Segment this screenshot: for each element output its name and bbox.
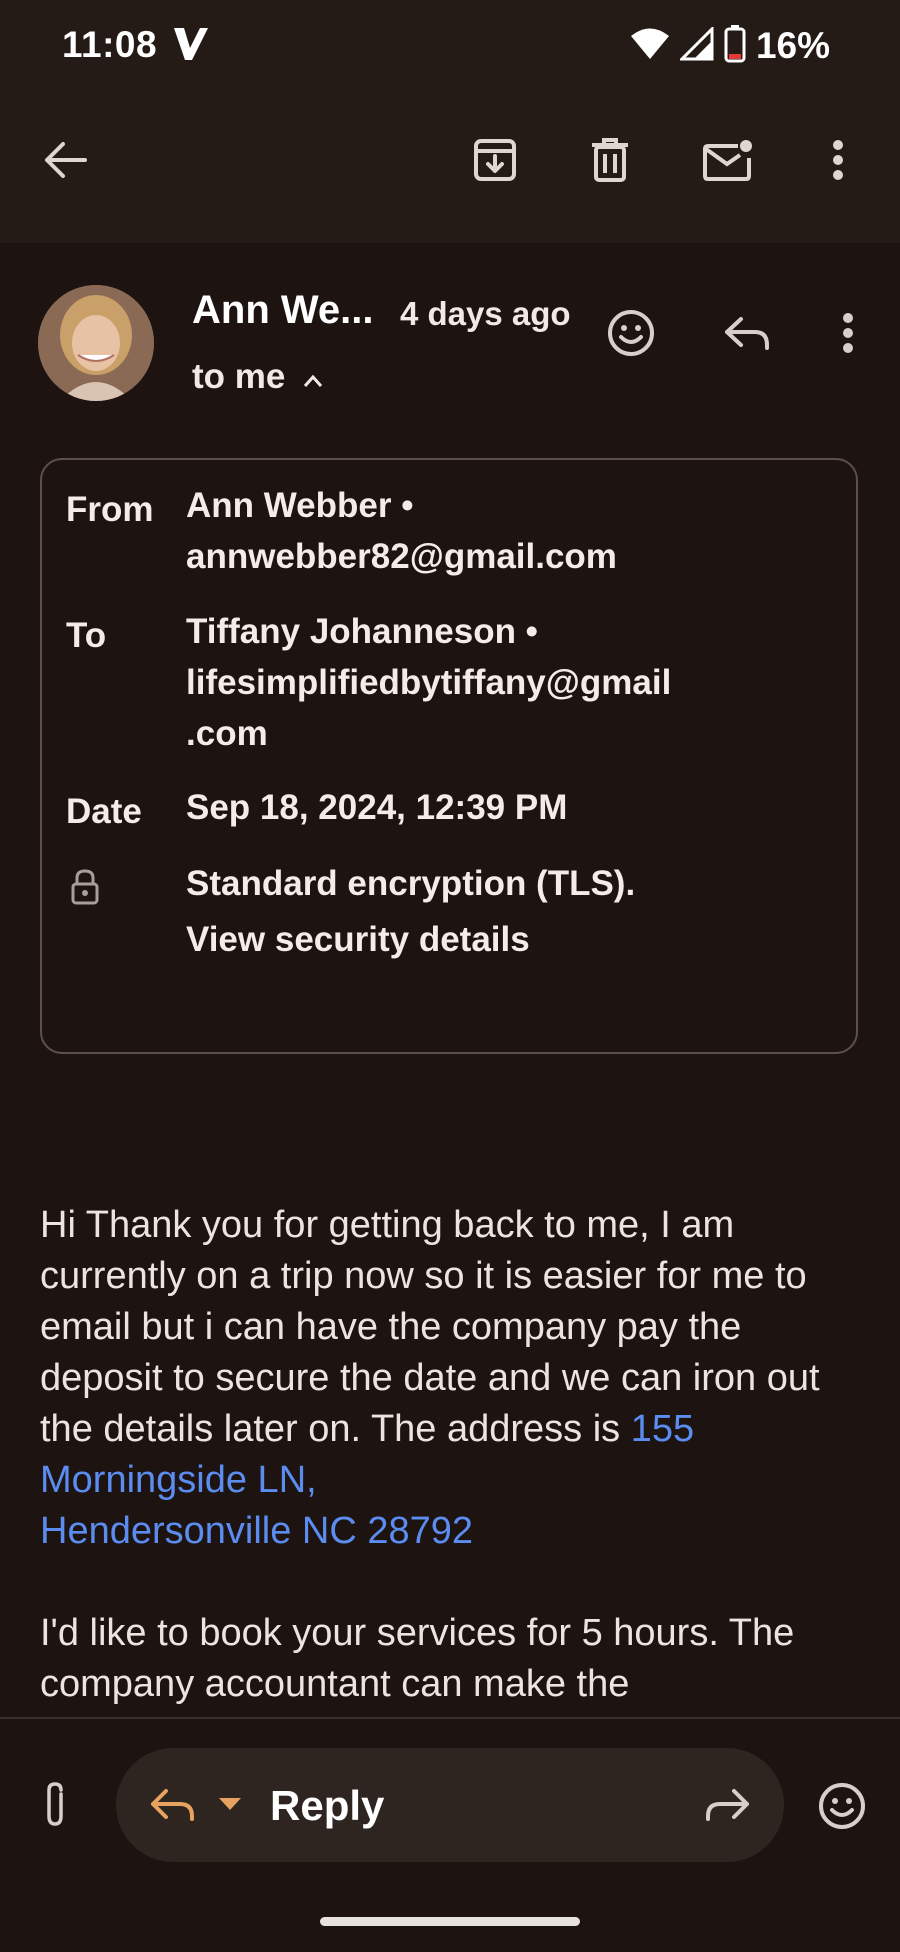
signal-icon	[678, 24, 714, 66]
view-security-details-link[interactable]: View security details	[186, 912, 846, 968]
sender-name[interactable]: Ann We...	[192, 288, 373, 333]
lock-icon	[70, 868, 100, 911]
message-time: 4 days ago	[400, 295, 571, 332]
delete-icon[interactable]	[575, 125, 645, 195]
to-value: Tiffany Johanneson • lifesimplifiedbytif…	[186, 606, 846, 759]
emoji-icon[interactable]	[814, 1778, 870, 1834]
security-info: Standard encryption (TLS). View security…	[186, 856, 846, 968]
back-arrow-icon[interactable]	[30, 125, 100, 195]
recipient-summary[interactable]: to me	[192, 357, 323, 397]
to-name: Tiffany Johanneson •	[186, 612, 538, 651]
battery-icon	[724, 24, 746, 68]
archive-icon[interactable]	[460, 125, 530, 195]
to-email-line2[interactable]: .com	[186, 708, 846, 759]
attach-icon[interactable]	[32, 1775, 78, 1835]
chevron-up-icon	[303, 357, 323, 397]
wifi-icon	[630, 27, 670, 66]
mark-unread-icon[interactable]	[693, 125, 763, 195]
reply-options-dropdown-icon[interactable]	[214, 1788, 246, 1820]
forward-icon[interactable]	[700, 1782, 754, 1828]
body-paragraph-1: Hi Thank you for getting back to me, I a…	[40, 1204, 820, 1450]
status-time: 11:08	[62, 24, 158, 65]
from-name: Ann Webber •	[186, 486, 414, 525]
reply-arrow-icon	[148, 1782, 198, 1828]
reply-label: Reply	[270, 1782, 385, 1829]
carrier-logo-icon	[172, 26, 210, 67]
from-value: Ann Webber • annwebber82@gmail.com	[186, 480, 846, 582]
add-reaction-icon[interactable]	[598, 300, 664, 366]
message-body: Hi Thank you for getting back to me, I a…	[40, 1200, 870, 1710]
recipient-label: to me	[192, 357, 286, 396]
security-text: Standard encryption (TLS).	[186, 864, 636, 903]
from-label: From	[66, 490, 154, 529]
home-indicator[interactable]	[320, 1917, 580, 1926]
more-vert-icon[interactable]	[805, 125, 871, 195]
to-label: To	[66, 616, 107, 655]
sender-avatar[interactable]	[38, 285, 154, 401]
body-paragraph-2: I'd like to book your services for 5 hou…	[40, 1612, 795, 1705]
app-bar	[0, 95, 900, 243]
status-bar: 11:08 16%	[0, 0, 900, 95]
message-more-icon[interactable]	[826, 300, 870, 366]
address-link-line2[interactable]: Hendersonville NC 28792	[40, 1510, 473, 1552]
message-details-panel: From Ann Webber • annwebber82@gmail.com …	[40, 458, 858, 1054]
reply-icon[interactable]	[712, 300, 782, 366]
battery-percent: 16%	[755, 25, 830, 66]
date-value: Sep 18, 2024, 12:39 PM	[186, 788, 568, 827]
to-email-line1[interactable]: lifesimplifiedbytiffany@gmail	[186, 657, 846, 708]
date-label: Date	[66, 792, 142, 831]
body-paragraph: Hi Thank you for getting back to me, I a…	[40, 1200, 870, 1557]
from-email[interactable]: annwebber82@gmail.com	[186, 531, 846, 582]
